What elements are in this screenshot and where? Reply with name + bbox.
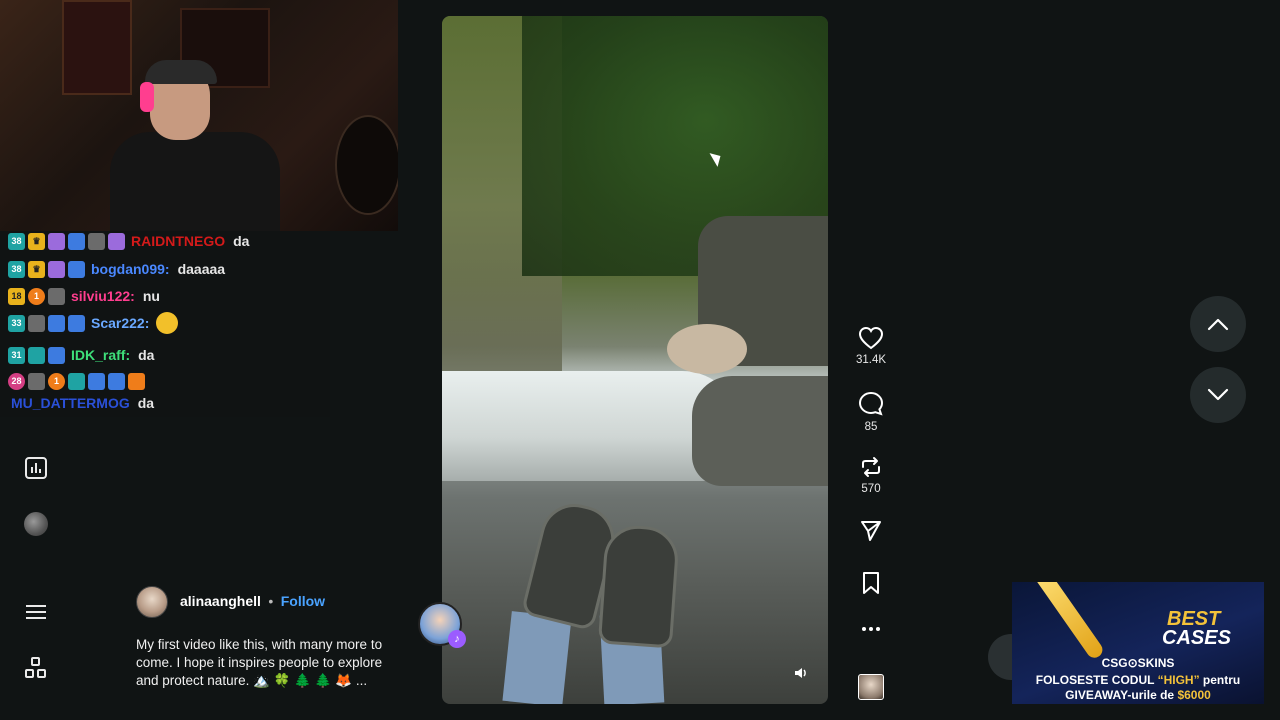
emote-badge	[48, 314, 65, 332]
emote-badge	[68, 372, 85, 390]
streamer-webcam	[0, 0, 398, 231]
hamburger-icon	[26, 601, 46, 623]
chat-username: bogdan099:	[91, 261, 170, 277]
heart-icon	[858, 326, 884, 350]
sub-badge: 18	[8, 287, 25, 305]
emote-badge	[48, 232, 65, 250]
repost-icon	[862, 457, 880, 477]
video-scene	[667, 324, 747, 374]
repost-count: 570	[861, 483, 881, 495]
grid-icon	[25, 657, 47, 679]
separator: •	[268, 593, 274, 609]
music-note-icon[interactable]: ♪	[448, 630, 466, 648]
bookmark-icon	[863, 572, 879, 594]
chat-text: nu	[142, 288, 160, 304]
comment-icon	[858, 391, 884, 416]
emote-badge	[48, 260, 65, 278]
chat-message: 31 IDK_raff: da	[8, 345, 154, 365]
emote-badge	[68, 314, 85, 332]
emote-badge	[28, 346, 45, 364]
more-options-button[interactable]	[846, 625, 896, 633]
chat-message: MU_DATTERMOG da	[8, 393, 154, 413]
headset-icon	[140, 82, 154, 112]
sub-badge: 31	[8, 346, 25, 364]
send-icon	[861, 521, 881, 541]
ad-brand: CSG⊙SKINS	[1101, 656, 1175, 670]
comment-button[interactable]: 85	[846, 391, 896, 433]
post-info: alinaanghell • Follow My first video lik…	[136, 586, 406, 690]
chat-username: Scar222:	[91, 315, 150, 331]
sub-badge: 33	[8, 314, 25, 332]
chat-message: 38 ♛ RAIDNTNEGO da	[8, 231, 249, 251]
ad-cases-text: CASES	[1162, 627, 1231, 649]
emote-badge	[48, 287, 65, 305]
chat-text: da	[233, 233, 250, 249]
sponsor-banner: BEST CASES CSG⊙SKINS FOLOSESTE CODUL “HI…	[1012, 582, 1264, 704]
profile-nav-button[interactable]	[22, 510, 50, 538]
like-count: 31.4K	[855, 354, 887, 366]
chat-text: daaaaa	[177, 261, 226, 277]
chat-username: IDK_raff:	[71, 347, 131, 363]
coin-badge: 1	[28, 287, 45, 305]
emote-badge	[88, 232, 105, 250]
sub-badge: 38	[8, 260, 25, 278]
emote-badge	[108, 232, 125, 250]
knife-graphic	[1030, 582, 1106, 661]
ad-promo-line: FOLOSESTE CODUL “HIGH” pentru	[1035, 673, 1241, 687]
post-caption[interactable]: My first video like this, with many more…	[136, 636, 406, 690]
chevron-down-icon	[1207, 388, 1229, 401]
emote-badge	[68, 260, 85, 278]
repost-button[interactable]: 570	[846, 455, 896, 495]
emote-badge	[28, 372, 45, 390]
author-name[interactable]: alinaanghell	[180, 593, 261, 609]
emote-badge	[28, 314, 45, 332]
ad-giveaway-line: GIVEAWAY-urile de $6000	[1065, 688, 1211, 702]
video-scene	[502, 611, 572, 704]
chat-badges-row: 28 1	[8, 371, 145, 391]
crown-badge: ♛	[28, 260, 45, 278]
chat-message: 38 ♛ bogdan099: daaaaa	[8, 259, 225, 279]
chat-username: RAIDNTNEGO	[131, 233, 226, 249]
volume-icon[interactable]	[794, 666, 808, 680]
like-button[interactable]: 31.4K	[846, 326, 896, 366]
chat-username: MU_DATTERMOG	[11, 395, 130, 411]
chat-message: 33 Scar222:	[8, 312, 179, 334]
chevron-up-icon	[1207, 318, 1229, 331]
chat-message: 18 1 silviu122: nu	[8, 286, 160, 306]
chat-text: da	[138, 347, 155, 363]
analytics-nav-button[interactable]	[22, 454, 50, 482]
sub-badge: 38	[8, 232, 25, 250]
emote-badge	[68, 232, 85, 250]
emote-badge	[88, 372, 105, 390]
video-scene	[692, 376, 828, 486]
wall-decoration	[335, 115, 398, 215]
video-scene	[597, 523, 681, 649]
video-player[interactable]	[442, 16, 828, 704]
streamer	[110, 60, 280, 231]
emote-badge	[48, 346, 65, 364]
emote-face-icon	[156, 312, 179, 334]
profile-avatar	[24, 512, 48, 536]
stream-chat: 38 ♛ RAIDNTNEGO da 38 ♛ bogdan099: daaaa…	[0, 231, 330, 417]
previous-video-button[interactable]	[1190, 296, 1246, 352]
emote-badge	[108, 372, 125, 390]
sub-badge: 28	[8, 372, 25, 390]
more-icon	[862, 627, 880, 631]
more-apps-button[interactable]	[22, 654, 50, 682]
chat-text: da	[137, 395, 155, 411]
coin-badge: 1	[48, 372, 65, 390]
analytics-icon	[25, 457, 47, 479]
follow-button[interactable]: Follow	[281, 593, 325, 609]
save-button[interactable]	[846, 571, 896, 595]
share-button[interactable]	[846, 519, 896, 543]
comment-count: 85	[864, 421, 878, 433]
crown-badge: ♛	[28, 232, 45, 250]
next-video-button[interactable]	[1190, 367, 1246, 423]
sound-thumbnail[interactable]	[846, 674, 896, 700]
emote-badge	[128, 372, 145, 390]
menu-button[interactable]	[22, 598, 50, 626]
author-avatar[interactable]	[136, 586, 168, 618]
chat-username: silviu122:	[71, 288, 135, 304]
